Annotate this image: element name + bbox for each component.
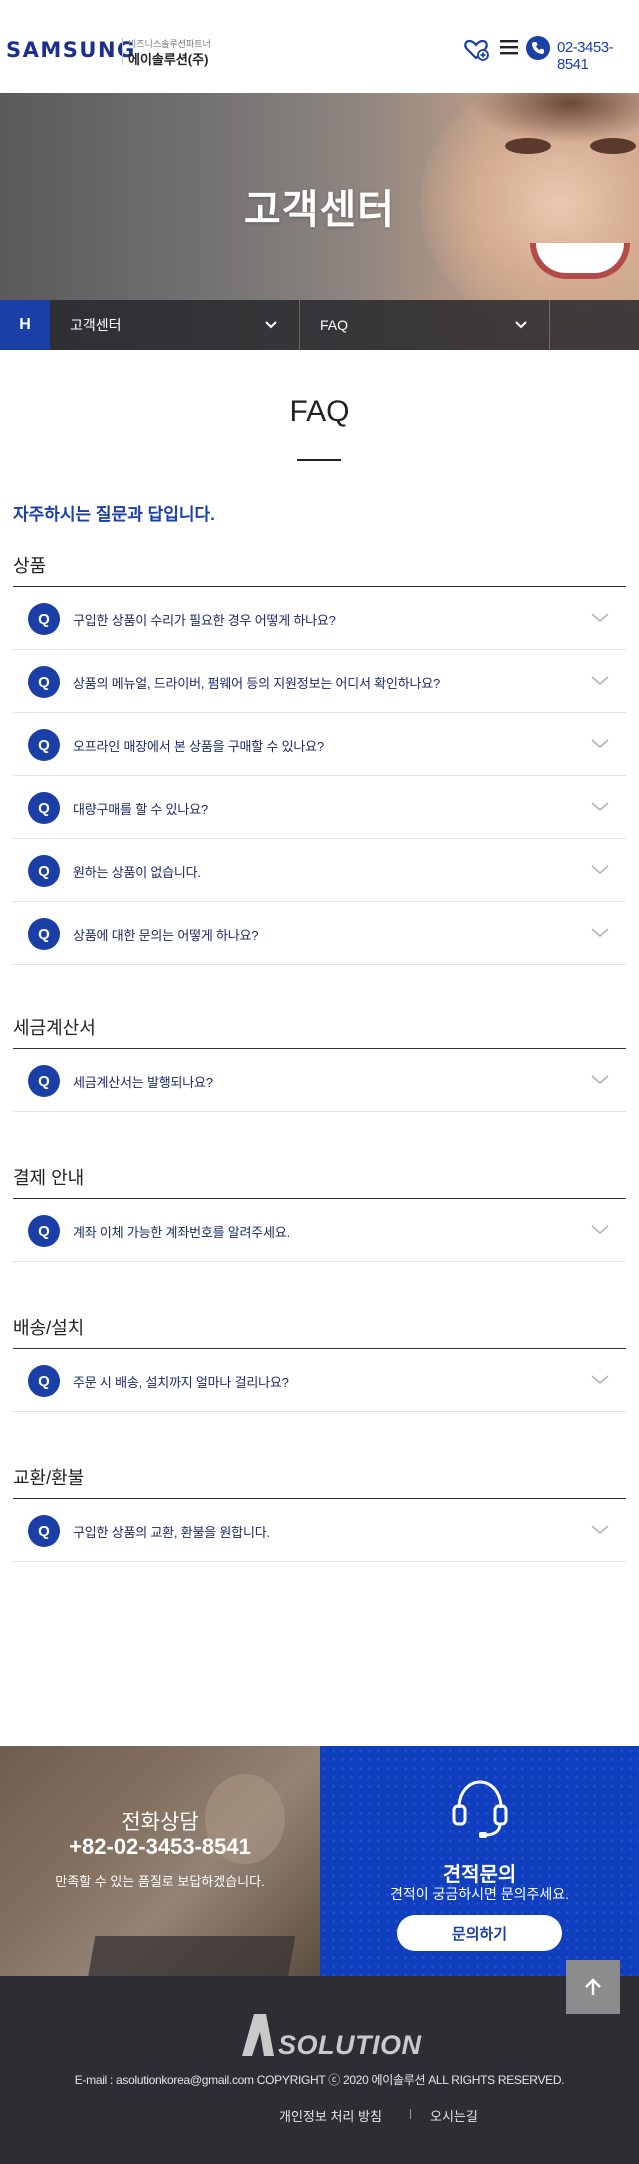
directions-link[interactable]: 오시는길 [430,2106,478,2125]
chevron-down-icon[interactable] [590,863,610,877]
faq-question-row[interactable]: Q 상품에 대한 문의는 어떻게 하나요? [13,902,626,965]
chevron-down-icon [515,321,527,329]
question-text: 계좌 이체 가능한 계좌번호를 알려주세요. [73,1225,290,1240]
hero-photo-eye [505,138,551,154]
question-badge: Q [28,1365,60,1397]
category-title: 배송/설치 [13,1318,85,1338]
question-text: 주문 시 배송, 설치까지 얼마나 걸리나요? [73,1375,289,1390]
chevron-down-icon[interactable] [590,926,610,940]
question-text: 상품의 메뉴얼, 드라이버, 펌웨어 등의 지원정보는 어디서 확인하나요? [73,676,441,691]
faq-question-row[interactable]: Q 구입한 상품의 교환, 환불을 원합니다. [13,1499,626,1562]
question-badge: Q [28,1515,60,1547]
headset-icon [452,1780,508,1838]
hero-photo-eye [590,138,636,154]
faq-intro: 자주하시는 질문과 답입니다. [13,505,215,524]
banner-photo-overlay [0,1746,320,1976]
chevron-down-icon[interactable] [590,1223,610,1237]
section-dropdown-label: 고객센터 [70,317,122,333]
footer-logo-text: SOLUTION [278,2030,422,2060]
chevron-down-icon[interactable] [590,1523,610,1537]
inquiry-button[interactable]: 문의하기 [397,1915,562,1951]
phone-consult-number[interactable]: +82-02-3453-8541 [0,1834,320,1860]
question-text: 상품에 대한 문의는 어떻게 하나요? [73,928,259,943]
estimate-desc: 견적이 궁금하시면 문의주세요. [389,1886,570,1902]
privacy-policy-link[interactable]: 개인정보 처리 방침 [279,2106,382,2125]
question-text: 오프라인 매장에서 본 상품을 구매할 수 있나요? [73,739,324,754]
phone-consult-desc: 만족할 수 있는 품질로 보답하겠습니다. [55,1874,265,1889]
category-title: 교환/환불 [13,1468,85,1488]
sub-navigation: H 고객센터 FAQ [0,300,639,350]
chevron-down-icon[interactable] [590,611,610,625]
footer-link-divider [410,2109,411,2119]
logo-divider [122,38,123,65]
heart-plus-icon[interactable] [463,36,489,62]
faq-question-row[interactable]: Q 주문 시 배송, 설치까지 얼마나 걸리나요? [13,1349,626,1412]
phone-icon[interactable] [526,36,550,60]
question-text: 구입한 상품의 교환, 환불을 원합니다. [73,1525,270,1540]
question-text: 구입한 상품이 수리가 필요한 경우 어떻게 하나요? [73,613,336,628]
samsung-logo[interactable]: SAMSUNG [6,38,136,62]
category-title: 상품 [13,556,47,576]
hero-title: 고객센터 [243,188,396,232]
home-button[interactable]: H [0,300,50,350]
asolution-logo-mark [242,2014,274,2056]
footer-copyright: E-mail : asolutionkorea@gmail.com COPYRI… [74,2073,565,2087]
hamburger-menu-icon[interactable] [500,38,518,56]
question-badge: Q [28,729,60,761]
question-text: 대량구매를 할 수 있나요? [73,802,208,817]
category-title: 결제 안내 [13,1168,85,1188]
question-badge: Q [28,918,60,950]
site-header: SAMSUNG 비즈니스솔루션파트너 에이솔루션(주) 02-3453-8541 [0,0,639,93]
company-name[interactable]: 에이솔루션(주) [128,49,208,68]
faq-question-row[interactable]: Q 오프라인 매장에서 본 상품을 구매할 수 있나요? [13,713,626,776]
scroll-to-top-button[interactable] [566,1960,620,2014]
question-badge: Q [28,603,60,635]
header-phone-number[interactable]: 02-3453-8541 [557,39,639,73]
site-footer [0,1976,639,2164]
question-badge: Q [28,792,60,824]
faq-question-row[interactable]: Q 세금계산서는 발행되나요? [13,1049,626,1112]
page-title: FAQ [289,395,350,428]
page-dropdown-label: FAQ [320,317,349,333]
faq-question-row[interactable]: Q 원하는 상품이 없습니다. [13,839,626,902]
chevron-down-icon[interactable] [590,1373,610,1387]
question-badge: Q [28,666,60,698]
category-title: 세금계산서 [13,1018,96,1038]
faq-question-row[interactable]: Q 상품의 메뉴얼, 드라이버, 펌웨어 등의 지원정보는 어디서 확인하나요? [13,650,626,713]
question-badge: Q [28,855,60,887]
question-text: 원하는 상품이 없습니다. [73,865,201,880]
section-dropdown[interactable]: 고객센터 [50,300,300,350]
phone-consult-banner [0,1746,320,1976]
question-text: 세금계산서는 발행되나요? [73,1075,213,1090]
page-dropdown[interactable]: FAQ [300,300,550,350]
phone-consult-title: 전화상담 [121,1811,199,1834]
chevron-down-icon[interactable] [590,1073,610,1087]
title-underline [297,459,341,461]
arrow-up-icon [585,1978,601,1995]
chevron-down-icon [265,321,277,329]
faq-question-row[interactable]: Q 구입한 상품이 수리가 필요한 경우 어떻게 하나요? [13,587,626,650]
chevron-down-icon[interactable] [590,674,610,688]
estimate-title: 견적문의 [442,1864,517,1886]
faq-question-row[interactable]: Q 계좌 이체 가능한 계좌번호를 알려주세요. [13,1199,626,1262]
question-badge: Q [28,1215,60,1247]
faq-question-row[interactable]: Q 대량구매를 할 수 있나요? [13,776,626,839]
chevron-down-icon[interactable] [590,800,610,814]
question-badge: Q [28,1065,60,1097]
chevron-down-icon[interactable] [590,737,610,751]
